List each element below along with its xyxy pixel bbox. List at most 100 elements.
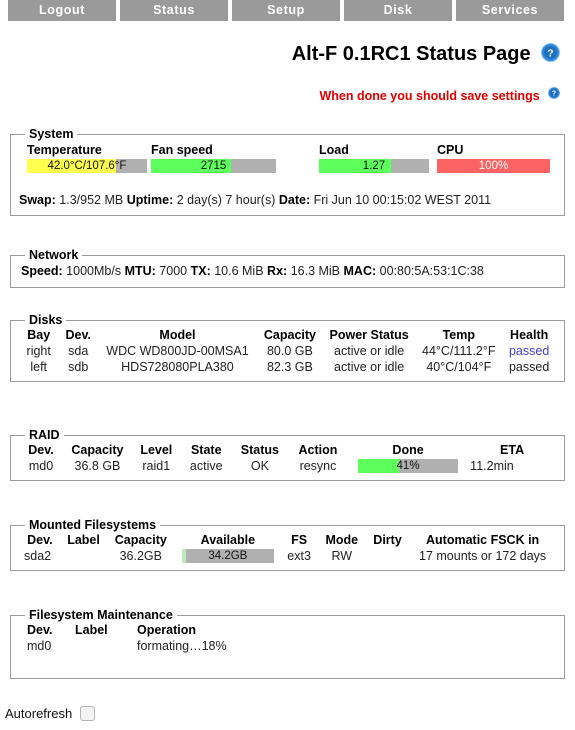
disk-dev: sda (68, 344, 89, 358)
disk-power-status: active or idle (334, 360, 405, 374)
raid-action[interactable]: resync (288, 458, 348, 474)
autorefresh-checkbox[interactable] (80, 706, 96, 721)
disks-col-health: Health (510, 328, 549, 342)
table-row: right sda WDC WD800JD-00MSA1 80.0 GB act… (19, 343, 556, 359)
tx-value: 10.6 MiB (214, 264, 264, 278)
table-row: md0 36.8 GB raid1 active OK resync 41% 1… (19, 458, 556, 474)
metric-temperature: Temperature 42.0°C/107.6°F (27, 143, 147, 173)
system-legend: System (29, 127, 74, 141)
mounted-dirty (366, 548, 409, 564)
raid-col-level: Level (140, 443, 173, 457)
swap-value: 1.3/952 MB (59, 193, 124, 207)
fan-speed-value: 2715 (200, 160, 227, 172)
maintenance-header-row: Dev. Label Operation (19, 622, 556, 638)
load-bar: 1.27 (319, 159, 429, 173)
metric-cpu: CPU 100% (437, 143, 550, 173)
raid-dev: md0 (28, 459, 54, 473)
temperature-bar: 42.0°C/107.6°F (27, 159, 147, 173)
nav-tab-logout[interactable]: Logout (8, 0, 116, 21)
nav-tab-services[interactable]: Services (456, 0, 564, 21)
metric-load-label: Load (319, 143, 349, 157)
help-circle-icon[interactable]: ? (541, 42, 560, 65)
uptime-value: 2 day(s) 7 hour(s) (176, 193, 276, 207)
nav-tab-status[interactable]: Status (120, 0, 228, 21)
mounted-col-fsck: Automatic FSCK in (426, 533, 540, 547)
disk-bay: left (30, 360, 48, 374)
temperature-value: 42.0°C/107.6°F (47, 160, 127, 172)
raid-col-done: Done (392, 443, 424, 457)
disk-model: HDS728080PLA380 (121, 360, 234, 374)
mounted-available-value: 34.2GB (208, 550, 248, 562)
system-metrics: Temperature 42.0°C/107.6°F Fan speed 271… (19, 143, 556, 185)
rx-value: 16.3 MiB (290, 264, 341, 278)
date-value: Fri Jun 10 00:15:02 WEST 2011 (313, 193, 492, 207)
raid-capacity: 36.8 GB (74, 459, 121, 473)
raid-status: OK (250, 459, 269, 473)
raid-done-bar: 41% (358, 459, 459, 473)
mounted-fs: ext3 (287, 549, 311, 563)
maintenance-col-label: Label (75, 623, 108, 637)
disk-temp: 44°C/111.2°F (422, 344, 496, 358)
nav-tab-disk[interactable]: Disk (344, 0, 452, 21)
system-panel: System Temperature 42.0°C/107.6°F Fan sp… (10, 127, 565, 216)
mounted-col-dev: Dev. (27, 533, 53, 547)
mounted-col-label: Label (67, 533, 100, 547)
disk-temp: 40°C/104°F (426, 360, 492, 374)
mounted-filesystems-panel: Mounted Filesystems Dev. Label Capacity … (10, 518, 565, 571)
mounted-filesystems-legend: Mounted Filesystems (29, 518, 157, 532)
nav-tab-setup[interactable]: Setup (232, 0, 340, 21)
raid-col-state: State (190, 443, 222, 457)
mtu-value: 7000 (159, 264, 188, 278)
mounted-mode: RW (331, 549, 353, 563)
autorefresh-label: Autorefresh (5, 706, 73, 721)
fan-speed-bar: 2715 (151, 159, 276, 173)
raid-done-value: 41% (396, 460, 420, 472)
raid-col-action: Action (298, 443, 338, 457)
disks-col-dev: Dev. (65, 328, 91, 342)
maintenance-operation: formating…18% (137, 639, 227, 653)
main-navigation: Logout Status Setup Disk Services (0, 0, 575, 28)
raid-col-eta: ETA (500, 443, 525, 457)
cpu-bar: 100% (437, 159, 550, 173)
svg-text:?: ? (547, 47, 553, 59)
disk-bay: right (26, 344, 51, 358)
disks-header-row: Bay Dev. Model Capacity Power Status Tem… (19, 327, 556, 343)
disks-col-temp: Temp (442, 328, 475, 342)
speed-value: 1000Mb/s (66, 264, 122, 278)
raid-level: raid1 (142, 459, 171, 473)
uptime-label: Uptime: (126, 193, 174, 207)
disks-table: Bay Dev. Model Capacity Power Status Tem… (19, 327, 556, 375)
help-circle-icon-small[interactable]: ? (548, 87, 560, 102)
disks-col-capacity: Capacity (263, 328, 316, 342)
metric-fan-speed: Fan speed 2715 (151, 143, 276, 173)
mounted-col-available: Available (200, 533, 256, 547)
disk-dev: sdb (68, 360, 89, 374)
network-legend: Network (29, 248, 79, 262)
raid-col-capacity: Capacity (71, 443, 124, 457)
maintenance-col-dev: Dev. (27, 623, 53, 637)
raid-header-row: Dev. Capacity Level State Status Action … (19, 442, 556, 458)
mounted-dev: sda2 (24, 549, 52, 563)
raid-panel: RAID Dev. Capacity Level State Status Ac… (10, 428, 565, 481)
disk-health-link[interactable]: passed (509, 344, 549, 358)
raid-state: active (189, 459, 223, 473)
disks-legend: Disks (29, 313, 63, 327)
network-panel: Network Speed: 1000Mb/s MTU: 7000 TX: 10… (10, 248, 565, 288)
system-summary-line: Swap: 1.3/952 MB Uptime: 2 day(s) 7 hour… (19, 193, 556, 207)
rx-label: Rx: (267, 264, 288, 278)
mounted-filesystems-table: Dev. Label Capacity Available FS Mode Di… (19, 532, 556, 564)
filesystem-maintenance-legend: Filesystem Maintenance (29, 608, 173, 622)
filesystem-maintenance-panel: Filesystem Maintenance Dev. Label Operat… (10, 608, 565, 679)
mac-value: 00:80:5A:53:1C:38 (379, 264, 484, 278)
cpu-value: 100% (478, 160, 509, 172)
raid-table: Dev. Capacity Level State Status Action … (19, 442, 556, 474)
disks-col-power: Power Status (329, 328, 409, 342)
mtu-label: MTU: (124, 264, 156, 278)
disk-health: passed (508, 360, 550, 374)
mounted-col-fs: FS (291, 533, 308, 547)
page-title-row: Alt-F 0.1RC1 Status Page ? (0, 42, 560, 66)
mounted-available-bar: 34.2GB (181, 549, 274, 563)
speed-label: Speed: (21, 264, 63, 278)
disk-power-status: active or idle (334, 344, 405, 358)
load-value: 1.27 (362, 160, 386, 172)
